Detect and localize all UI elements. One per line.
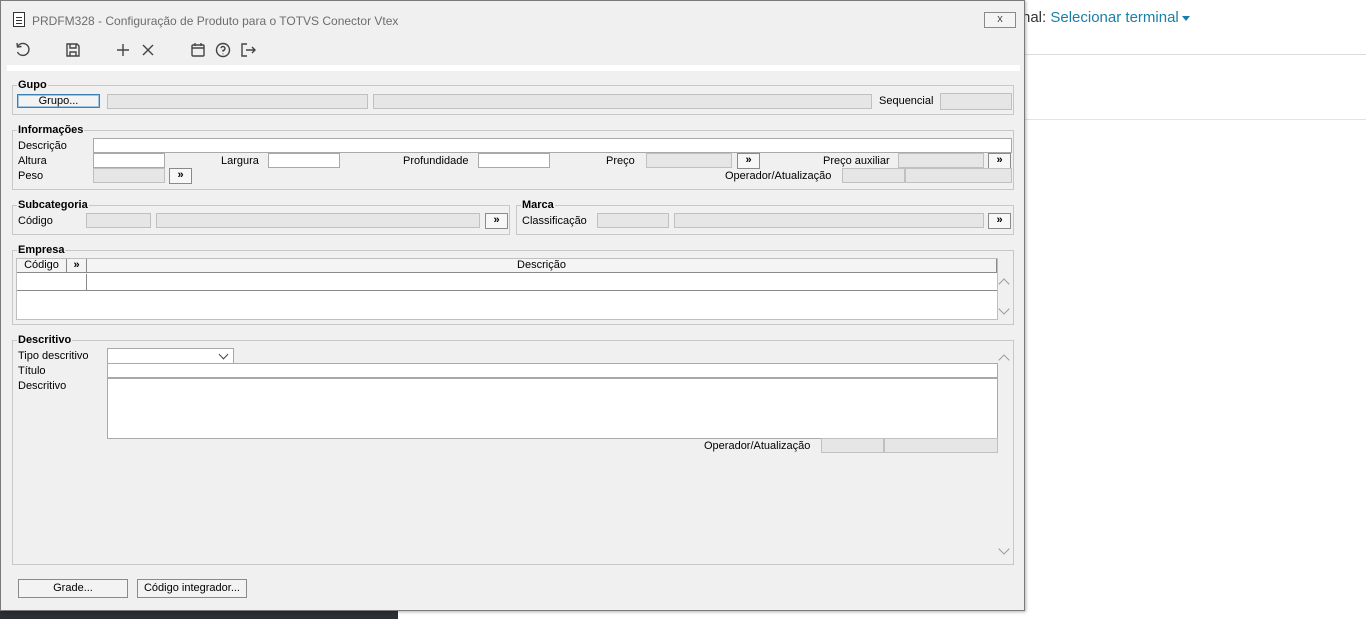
classificacao-code-field [597, 213, 669, 228]
table-row[interactable] [17, 274, 997, 291]
altura-input[interactable] [93, 153, 165, 168]
group-descritivo-title: Descritivo [17, 334, 73, 346]
altura-label: Altura [18, 155, 47, 167]
tipo-descritivo-label: Tipo descritivo [18, 350, 89, 362]
atualizacao-field [905, 168, 1012, 183]
peso-field [93, 168, 165, 183]
descritivo-textarea[interactable] [107, 378, 998, 439]
descritivo-operador-field [821, 438, 884, 453]
titulo-label: Título [18, 365, 46, 377]
undo-icon[interactable] [13, 40, 33, 60]
marca-lookup-button[interactable]: » [988, 213, 1011, 229]
select-terminal-link[interactable]: Selecionar terminal [1050, 9, 1178, 26]
largura-input[interactable] [268, 153, 340, 168]
grupo-description-field [373, 94, 872, 109]
add-icon[interactable] [113, 40, 133, 60]
group-empresa-title: Empresa [17, 244, 66, 256]
peso-label: Peso [18, 170, 44, 182]
preco-auxiliar-label: Preço auxiliar [823, 155, 890, 167]
document-icon [13, 12, 25, 27]
preco-auxiliar-field [898, 153, 984, 168]
caret-down-icon[interactable] [1181, 15, 1190, 21]
cell-divider [86, 274, 87, 290]
save-icon[interactable] [63, 40, 83, 60]
toolbar [1, 34, 1024, 64]
largura-label: Largura [221, 155, 259, 167]
background-divider [1024, 119, 1366, 120]
group-marca-title: Marca [521, 199, 555, 211]
profundidade-input[interactable] [478, 153, 550, 168]
classificacao-descricao-field [674, 213, 984, 228]
help-icon[interactable] [213, 40, 233, 60]
title-bar[interactable]: PRDFM328 - Configuração de Produto para … [1, 1, 1024, 34]
window-title: PRDFM328 - Configuração de Produto para … [32, 14, 399, 28]
descritivo-label: Descritivo [18, 380, 67, 392]
descritivo-operador-label: Operador/Atualização [704, 440, 811, 452]
classificacao-label: Classificação [522, 215, 587, 227]
group-grupo-title: Gupo [17, 79, 48, 91]
operador-field [842, 168, 905, 183]
column-descricao[interactable]: Descrição [87, 259, 997, 273]
grupo-button-label: Grupo... [38, 95, 79, 107]
column-codigo[interactable]: Código [17, 259, 67, 273]
column-lookup[interactable]: » [67, 259, 87, 273]
close-button[interactable]: x [984, 12, 1016, 28]
grupo-button[interactable]: Grupo... [17, 94, 100, 108]
tipo-descritivo-select[interactable] [107, 348, 234, 364]
empresa-grid[interactable]: Código » Descrição [16, 258, 998, 320]
exit-icon[interactable] [238, 40, 258, 60]
subcategoria-descricao-field [156, 213, 480, 228]
codigo-integrador-button[interactable]: Código integrador... [137, 579, 247, 598]
descricao-input[interactable] [93, 138, 1012, 153]
preco-lookup-button[interactable]: » [737, 153, 760, 169]
subcategoria-codigo-label: Código [18, 215, 53, 227]
group-informacoes-title: Informações [17, 124, 85, 136]
grupo-code-field [107, 94, 368, 109]
subcategoria-codigo-field [86, 213, 151, 228]
preco-auxiliar-lookup-button[interactable]: » [988, 153, 1011, 169]
calendar-icon[interactable] [188, 40, 208, 60]
peso-lookup-button[interactable]: » [169, 168, 192, 184]
empresa-grid-header: Código » Descrição [17, 259, 997, 273]
chevron-down-icon[interactable] [218, 349, 229, 360]
titulo-input[interactable] [107, 363, 998, 378]
descritivo-atualizacao-field [884, 438, 998, 453]
product-config-dialog: PRDFM328 - Configuração de Produto para … [0, 0, 1025, 611]
group-subcategoria-title: Subcategoria [17, 199, 89, 211]
terminal-label: nal: [1022, 9, 1047, 26]
delete-icon[interactable] [138, 40, 158, 60]
preco-field [646, 153, 732, 168]
preco-label: Preço [606, 155, 635, 167]
operador-atualizacao-label: Operador/Atualização [725, 170, 832, 182]
subcategoria-lookup-button[interactable]: » [485, 213, 508, 229]
grade-button[interactable]: Grade... [18, 579, 128, 598]
descricao-label: Descrição [18, 140, 67, 152]
sequencial-label: Sequencial [879, 95, 934, 107]
sequencial-field [940, 93, 1012, 110]
terminal-selector[interactable]: nal: Selecionar terminal [1022, 9, 1190, 26]
form-area: Gupo Grupo... Sequencial Informações Des… [7, 71, 1020, 603]
profundidade-label: Profundidade [403, 155, 469, 167]
content-panel: Gupo Grupo... Sequencial Informações Des… [7, 65, 1020, 603]
